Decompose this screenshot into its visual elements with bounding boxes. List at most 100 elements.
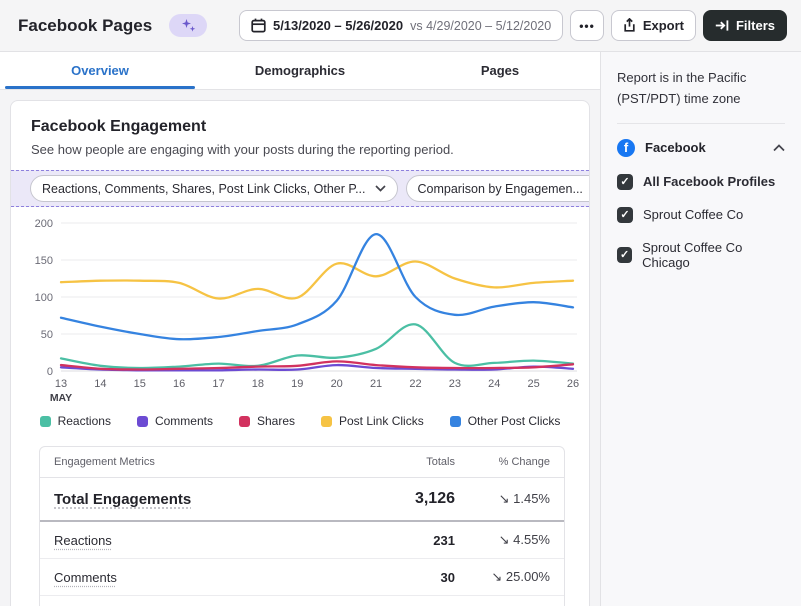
svg-text:15: 15 [134, 378, 146, 390]
svg-text:25: 25 [527, 378, 539, 390]
metric-total: 30 [340, 570, 455, 585]
col-change-header: % Change [455, 456, 550, 468]
profile-checkbox-row[interactable]: ✓ Sprout Coffee Co [617, 207, 785, 223]
table-row-reactions: Reactions231↘ 4.55% [40, 522, 564, 559]
legend-swatch-icon [321, 416, 332, 427]
metric-change: ↘ 4.55% [455, 532, 550, 548]
metric-label[interactable]: Reactions [54, 533, 340, 548]
metric-change: ↘ 25.00% [455, 569, 550, 585]
profile-checkbox-row[interactable]: ✓ All Facebook Profiles [617, 174, 785, 190]
legend-label: Shares [257, 414, 295, 428]
chart-legend: Reactions Comments Shares Post Link Clicks O… [27, 414, 573, 436]
svg-text:150: 150 [35, 255, 53, 267]
checkbox-checked-icon[interactable]: ✓ [617, 174, 633, 190]
chevron-up-icon [773, 144, 785, 152]
date-range-label: 5/13/2020 – 5/26/2020 [273, 18, 403, 33]
metric-label[interactable]: Comments [54, 570, 340, 585]
filters-button[interactable]: Filters [703, 10, 787, 41]
page-title: Facebook Pages [18, 16, 152, 36]
more-options-button[interactable]: ••• [570, 10, 604, 41]
legend-label: Reactions [58, 414, 111, 428]
tab-overview[interactable]: Overview [0, 52, 200, 89]
comparison-dropdown[interactable]: Comparison by Engagemen... [406, 175, 590, 202]
sparkle-icon [180, 18, 197, 33]
svg-text:18: 18 [252, 378, 264, 390]
calendar-icon [251, 18, 266, 33]
svg-text:16: 16 [173, 378, 185, 390]
svg-text:17: 17 [212, 378, 224, 390]
svg-text:100: 100 [35, 292, 53, 304]
network-label: Facebook [645, 140, 763, 155]
legend-label: Comments [155, 414, 213, 428]
svg-text:20: 20 [331, 378, 343, 390]
legend-label: Post Link Clicks [339, 414, 424, 428]
export-label: Export [643, 18, 684, 33]
filters-sidebar: Report is in the Pacific (PST/PDT) time … [600, 52, 801, 606]
main-content: OverviewDemographicsPages Facebook Engag… [0, 52, 600, 606]
svg-text:23: 23 [449, 378, 461, 390]
svg-text:0: 0 [47, 366, 53, 378]
series-line-reactions [61, 324, 573, 368]
engagement-metrics-table: Engagement Metrics Totals % Change Total… [39, 446, 565, 606]
col-metric-header: Engagement Metrics [54, 456, 340, 468]
legend-item-post-link-clicks[interactable]: Post Link Clicks [321, 414, 424, 428]
svg-text:MAY: MAY [50, 392, 72, 404]
facebook-icon: f [617, 139, 635, 157]
compare-range-label: vs 4/29/2020 – 5/12/2020 [410, 19, 551, 33]
date-range-button[interactable]: 5/13/2020 – 5/26/2020 vs 4/29/2020 – 5/1… [239, 10, 563, 41]
legend-swatch-icon [239, 416, 250, 427]
table-row-shares: Shares71↗ 9.23% [40, 596, 564, 606]
legend-swatch-icon [40, 416, 51, 427]
engagement-card: Facebook Engagement See how people are e… [10, 100, 590, 606]
legend-item-reactions[interactable]: Reactions [40, 414, 111, 428]
legend-item-other-post-clicks[interactable]: Other Post Clicks [450, 414, 561, 428]
series-line-post-link-clicks [61, 261, 573, 298]
metrics-dropdown[interactable]: Reactions, Comments, Shares, Post Link C… [30, 175, 398, 202]
metric-total: 3,126 [340, 490, 455, 508]
legend-item-comments[interactable]: Comments [137, 414, 213, 428]
legend-swatch-icon [137, 416, 148, 427]
report-tabs: OverviewDemographicsPages [0, 52, 600, 90]
engagement-chart: 0 50 100 150 200 13 14 15 16 17 18 19 20 21 22 23 24 25 26… [11, 207, 589, 436]
legend-label: Other Post Clicks [468, 414, 561, 428]
profile-list: ✓All Facebook Profiles✓Sprout Coffee Co✓… [617, 174, 785, 270]
profile-label: Sprout Coffee Co [643, 207, 743, 222]
header-actions: 5/13/2020 – 5/26/2020 vs 4/29/2020 – 5/1… [239, 10, 787, 41]
filters-label: Filters [736, 18, 775, 33]
line-chart[interactable]: 0 50 100 150 200 13 14 15 16 17 18 19 20 21 22 23 24 25 26… [27, 213, 583, 411]
export-icon [623, 18, 636, 33]
card-title: Facebook Engagement [31, 118, 569, 136]
col-totals-header: Totals [340, 456, 455, 468]
network-group-facebook[interactable]: f Facebook [617, 139, 785, 157]
metric-label[interactable]: Total Engagements [54, 491, 340, 508]
profile-checkbox-row[interactable]: ✓ Sprout Coffee Co Chicago [617, 240, 785, 270]
svg-text:22: 22 [409, 378, 421, 390]
export-button[interactable]: Export [611, 10, 696, 41]
ai-assist-button[interactable] [169, 14, 207, 37]
svg-text:19: 19 [291, 378, 303, 390]
legend-item-shares[interactable]: Shares [239, 414, 295, 428]
svg-text:14: 14 [94, 378, 106, 390]
table-row-total-engagements: Total Engagements3,126↘ 1.45% [40, 478, 564, 522]
metric-total: 231 [340, 533, 455, 548]
checkbox-checked-icon[interactable]: ✓ [617, 247, 632, 263]
svg-text:13: 13 [55, 378, 67, 390]
filters-icon [715, 19, 729, 32]
tab-pages[interactable]: Pages [400, 52, 600, 89]
timezone-note: Report is in the Pacific (PST/PDT) time … [617, 67, 785, 124]
ellipsis-icon: ••• [579, 19, 595, 33]
card-subtitle: See how people are engaging with your po… [31, 142, 569, 157]
svg-text:50: 50 [41, 329, 53, 341]
tab-demographics[interactable]: Demographics [200, 52, 400, 89]
svg-text:26: 26 [567, 378, 579, 390]
metric-change: ↘ 1.45% [455, 491, 550, 507]
table-header-row: Engagement Metrics Totals % Change [40, 447, 564, 478]
profile-label: All Facebook Profiles [643, 174, 775, 189]
chevron-down-icon [375, 185, 386, 192]
profile-label: Sprout Coffee Co Chicago [642, 240, 785, 270]
svg-text:24: 24 [488, 378, 500, 390]
svg-text:21: 21 [370, 378, 382, 390]
chart-filter-bar: Reactions, Comments, Shares, Post Link C… [11, 170, 589, 207]
checkbox-checked-icon[interactable]: ✓ [617, 207, 633, 223]
svg-text:200: 200 [35, 218, 53, 230]
